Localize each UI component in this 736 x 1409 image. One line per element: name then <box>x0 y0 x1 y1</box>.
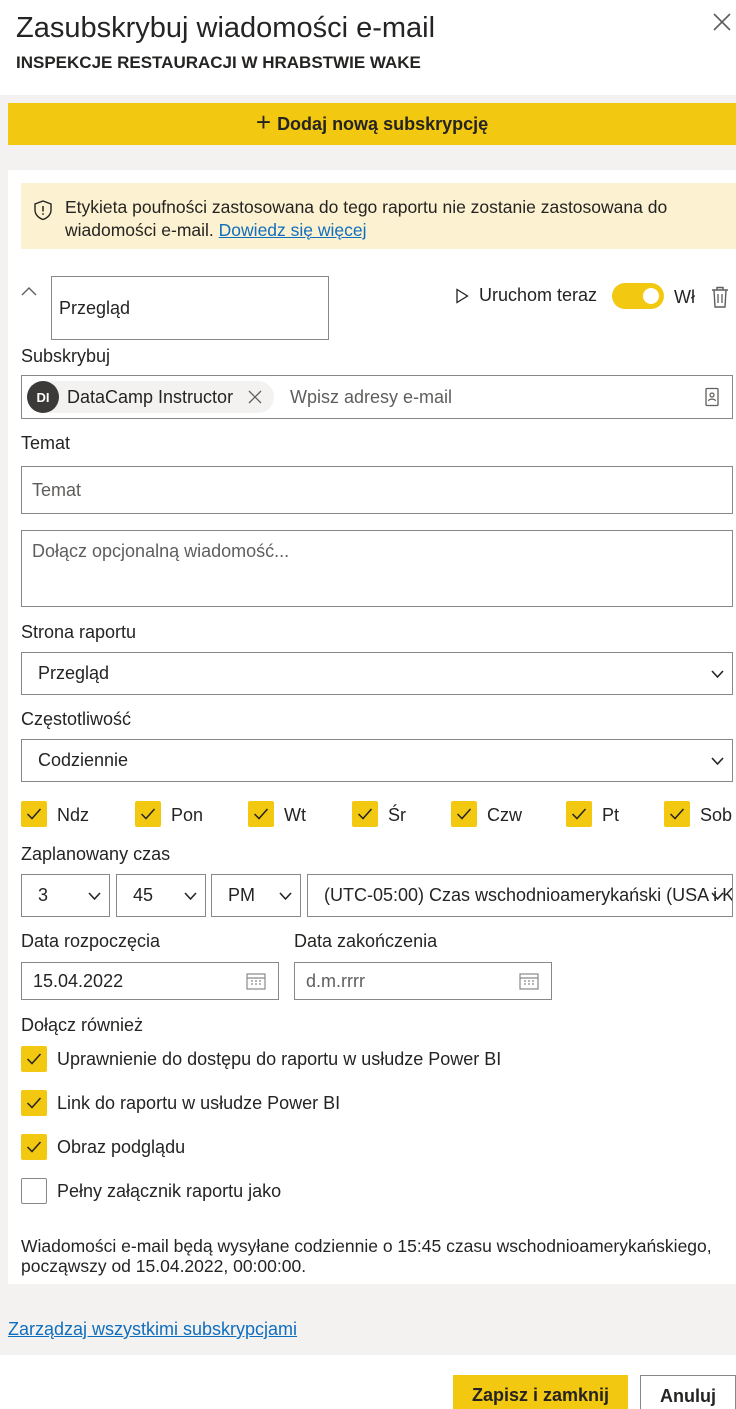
calendar-icon <box>246 973 266 990</box>
recipient-name: DataCamp Instructor <box>67 387 234 407</box>
toggle-knob <box>643 288 659 304</box>
chevron-down-icon <box>279 891 292 900</box>
chevron-down-icon <box>711 669 724 678</box>
run-now-label: Uruchom teraz <box>479 285 598 305</box>
plus-icon: + <box>255 107 272 137</box>
chevron-down-icon <box>711 756 724 765</box>
hour-select[interactable]: 3 <box>21 874 110 917</box>
manage-subscriptions-link[interactable]: Zarządzaj wszystkimi subskrypcjami <box>8 1319 297 1340</box>
subject-input[interactable] <box>21 466 733 514</box>
dialog-title: Zasubskrybuj wiadomości e-mail <box>16 12 436 44</box>
day-label-wed: Śr <box>388 805 406 825</box>
schedule-summary: Wiadomości e-mail będą wysyłane codzienn… <box>21 1236 712 1276</box>
minute-value: 45 <box>133 885 154 905</box>
day-checkbox-thu[interactable] <box>451 801 477 827</box>
timezone-value: (UTC-05:00) Czas wschodnioamerykański (U… <box>324 885 733 905</box>
subscription-name-input[interactable] <box>51 276 329 340</box>
subject-label: Temat <box>21 433 71 453</box>
day-label-sat: Sob <box>700 805 733 825</box>
day-checkbox-sat[interactable] <box>664 801 690 827</box>
end-date-placeholder: d.m.rrrr <box>306 970 365 991</box>
calendar-icon <box>519 973 539 990</box>
include-access-label: Uprawnienie do dostępu do raportu w usłu… <box>57 1049 502 1069</box>
day-checkbox-fri[interactable] <box>566 801 592 827</box>
chevron-up-icon[interactable] <box>20 283 38 301</box>
shield-warning-icon <box>32 199 54 221</box>
ampm-select[interactable]: PM <box>211 874 301 917</box>
day-label-tue: Wt <box>284 805 306 825</box>
day-label-thu: Czw <box>487 805 522 825</box>
address-book-icon[interactable] <box>704 387 720 407</box>
end-date-input[interactable]: d.m.rrrr <box>294 962 552 1000</box>
report-page-label: Strona raportu <box>21 622 137 642</box>
frequency-select[interactable]: Codziennie <box>21 739 733 782</box>
report-page-select[interactable]: Przegląd <box>21 652 733 695</box>
report-page-value: Przegląd <box>38 663 110 683</box>
subscription-toggle[interactable] <box>612 283 664 309</box>
day-checkbox-wed[interactable] <box>352 801 378 827</box>
include-attachment-checkbox[interactable] <box>21 1178 47 1204</box>
report-name: INSPEKCJE RESTAURACJI W HRABSTWIE WAKE <box>16 53 421 72</box>
include-link-label: Link do raportu w usłudze Power BI <box>57 1093 341 1113</box>
toggle-label: Wł <box>674 287 695 307</box>
minute-select[interactable]: 45 <box>116 874 206 917</box>
include-label: Dołącz również <box>21 1015 144 1035</box>
include-attachment-label: Pełny załącznik raportu jako <box>57 1181 282 1201</box>
banner-text: Etykieta poufności zastosowana do tego r… <box>65 196 725 242</box>
play-icon <box>456 287 469 304</box>
chevron-down-icon <box>184 891 197 900</box>
start-date-label: Data rozpoczęcia <box>21 931 161 951</box>
day-checkbox-sun[interactable] <box>21 801 47 827</box>
day-label-mon: Pon <box>171 805 204 825</box>
end-date-label: Data zakończenia <box>294 931 438 951</box>
scheduled-time-label: Zaplanowany czas <box>21 844 171 864</box>
learn-more-link[interactable]: Dowiedz się więcej <box>219 220 367 240</box>
avatar: DI <box>27 381 59 413</box>
frequency-label: Częstotliwość <box>21 709 132 729</box>
include-link-checkbox[interactable] <box>21 1090 47 1116</box>
remove-recipient-icon[interactable] <box>247 389 263 405</box>
timezone-select[interactable]: (UTC-05:00) Czas wschodnioamerykański (U… <box>307 874 733 917</box>
day-checkbox-tue[interactable] <box>248 801 274 827</box>
ampm-value: PM <box>228 885 255 905</box>
start-date-input[interactable]: 15.04.2022 <box>21 962 279 1000</box>
email-input[interactable] <box>284 382 684 412</box>
cancel-button[interactable]: Anuluj <box>640 1375 736 1409</box>
run-now-button[interactable]: Uruchom teraz <box>455 285 597 306</box>
include-preview-checkbox[interactable] <box>21 1134 47 1160</box>
trash-icon[interactable] <box>709 285 731 309</box>
day-checkbox-mon[interactable] <box>135 801 161 827</box>
start-date-value: 15.04.2022 <box>33 970 124 991</box>
save-and-close-button[interactable]: Zapisz i zamknij <box>453 1375 628 1409</box>
include-preview-label: Obraz podglądu <box>57 1137 186 1157</box>
day-label-sun: Ndz <box>57 805 90 825</box>
message-input[interactable] <box>21 530 733 607</box>
add-subscription-label: Dodaj nową subskrypcję <box>277 113 489 134</box>
close-icon[interactable] <box>710 10 734 34</box>
include-access-checkbox[interactable] <box>21 1046 47 1072</box>
chevron-down-icon <box>88 891 101 900</box>
day-label-fri: Pt <box>602 805 620 825</box>
frequency-value: Codziennie <box>38 750 129 770</box>
add-subscription-button[interactable]: + Dodaj nową subskrypcję <box>8 103 736 145</box>
chevron-down-icon <box>711 891 724 900</box>
subscribe-label: Subskrybuj <box>21 346 111 366</box>
hour-value: 3 <box>38 885 49 905</box>
